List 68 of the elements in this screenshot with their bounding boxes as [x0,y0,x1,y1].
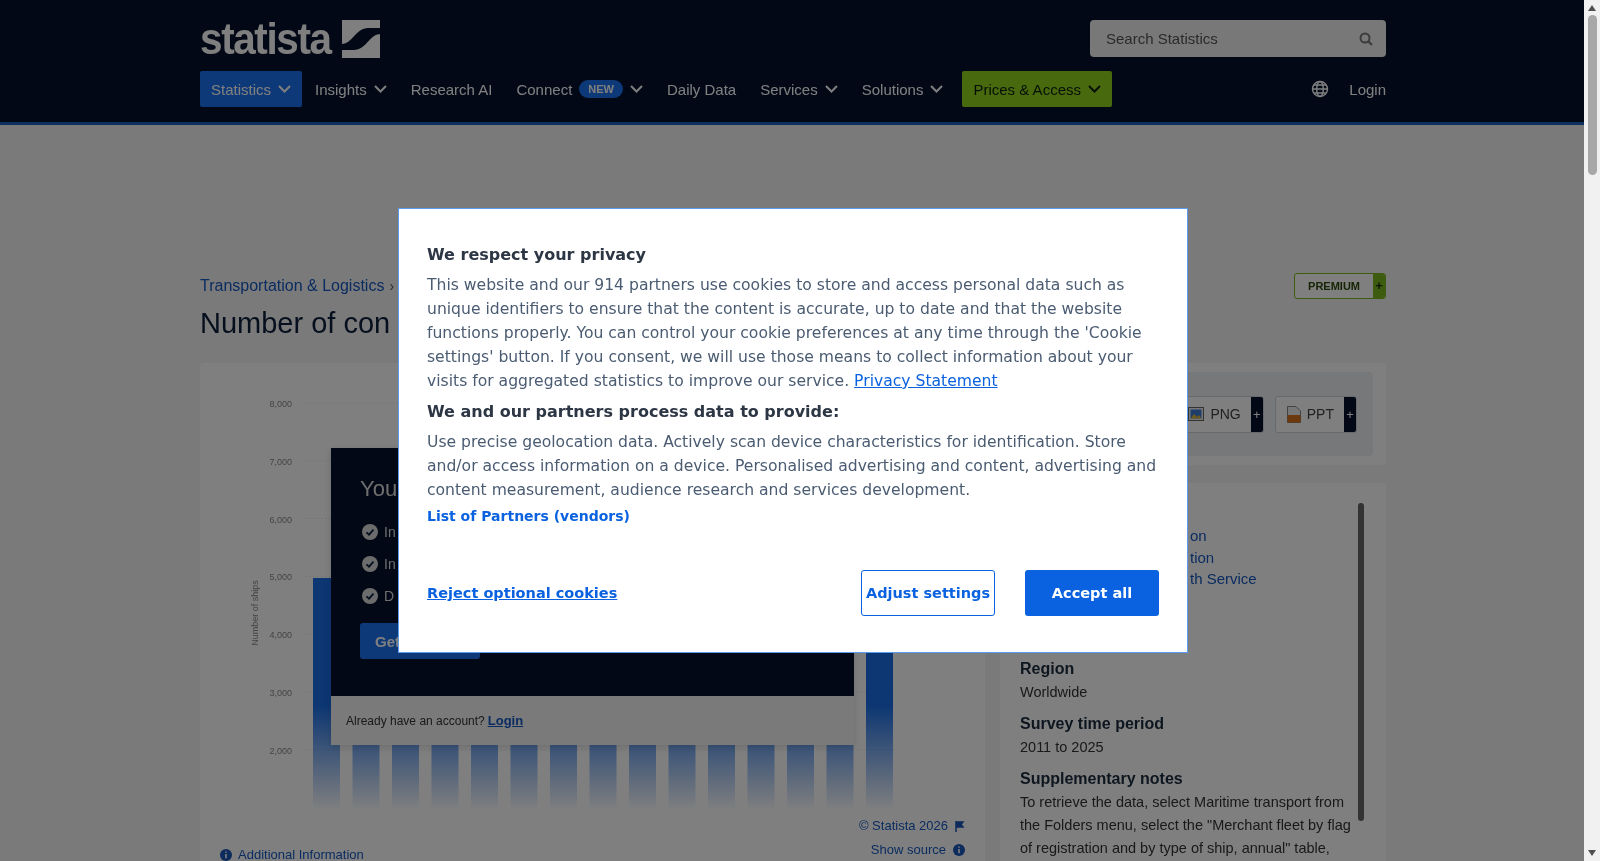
caret-icon [930,85,944,93]
info-icon [953,844,965,856]
partners-link[interactable]: List of Partners (vendors) [427,508,630,524]
breadcrumb-link[interactable]: Transportation & Logistics [200,277,385,295]
detail-link[interactable]: th Service [1190,568,1366,590]
dialog-text: Use precise geolocation data. Actively scan device characteristics for identification. Store and/or access information on a device. Personalised advertising and content, advertising and content measurement, audience research and services development. [427,432,1158,501]
field-heading: Supplementary notes [1020,768,1184,789]
show-source-link[interactable]: Show source [870,838,965,861]
additional-information-link[interactable]: Additional Information [220,847,364,861]
field-heading: Survey time period [1020,713,1166,734]
nav-item[interactable]: Insights [304,71,398,107]
detail-link[interactable]: on [1190,525,1366,547]
feature-text: In [384,556,396,572]
dialog-text: This website and our 914 partners use cookies to store and access personal data such as unique identifiers to ensure that the content is accurate, up to date and that the website functions properly. You can control your cookie preferences at any time through the 'Cookie settings' button. If you consent, we will use those means to collect information about your visits for aggregated statistics to improve our service. Privacy Statement [427,275,1143,392]
nav-item[interactable]: Research AI [399,71,504,107]
feature-text: In [384,524,396,540]
plus-icon: + [1250,396,1263,432]
page-title: Number of con [200,306,391,341]
detail-link[interactable]: tion [1190,546,1366,568]
logo[interactable]: statista [200,20,331,58]
image-file-icon [1188,406,1205,422]
caret-icon [373,85,387,93]
nav-item[interactable]: Daily Data [656,71,748,107]
field-heading: Region [1020,658,1076,679]
paywall-heading: You [360,476,398,502]
caret-icon [824,85,838,93]
check-icon [362,588,378,604]
caret-icon [630,85,643,93]
plus-icon: + [1373,274,1385,298]
settings-button[interactable]: Adjust settings [861,570,995,616]
scroll-thumb[interactable] [1587,15,1597,175]
scroll-down-icon[interactable] [1588,850,1596,856]
privacy-link[interactable]: Privacy Statement [854,372,998,390]
accept-button[interactable]: Accept all [1025,570,1159,616]
check-icon [362,556,378,572]
scroll-thumb[interactable] [1358,503,1364,821]
caret-icon [278,85,291,93]
feature-text: D [384,588,395,604]
nav-item[interactable]: Services [749,71,849,107]
breadcrumb-separator: › [389,278,395,294]
reject-link[interactable]: Reject optional cookies [427,570,618,616]
scrollbar-track[interactable] [1584,0,1600,861]
download-button[interactable]: PPT + [1274,395,1357,433]
dialog-title: We respect your privacy [427,245,647,264]
nav-item[interactable]: Statistics [200,71,302,107]
field-value: 2011 to 2025 [1020,737,1105,757]
account-prompt: Already have an account? [346,713,485,728]
caret-icon [1088,85,1101,93]
flag-icon [955,820,965,832]
copyright-link[interactable]: © Statista 2026 [858,814,965,838]
globe-icon[interactable] [1311,80,1330,98]
nav-item[interactable]: Prices & Access [962,71,1112,107]
scroll-up-icon[interactable] [1588,5,1596,11]
new-badge: NEW [579,80,623,98]
search-field[interactable]: Search Statistics [1090,20,1386,57]
nav-item[interactable]: Connect NEW [505,71,654,107]
field-value: To retrieve the data, select Maritime transport from the Folders menu, select the "Merchant fleet by flag of registration and by type of ship, annual" table, [1020,792,1352,858]
premium-label: PREMIUM [1307,279,1361,294]
logo-icon [342,20,381,58]
search-icon[interactable] [1359,32,1373,46]
login-link[interactable]: Login [1349,80,1386,98]
plus-icon: + [1344,396,1356,432]
login-link[interactable]: Login [487,713,524,728]
dialog-subheading: We and our partners process data to provide: [427,402,841,421]
check-icon [362,524,378,540]
field-value: Worldwide [1020,682,1089,702]
slides-file-icon [1286,405,1301,423]
nav-item[interactable]: Solutions [850,71,955,107]
